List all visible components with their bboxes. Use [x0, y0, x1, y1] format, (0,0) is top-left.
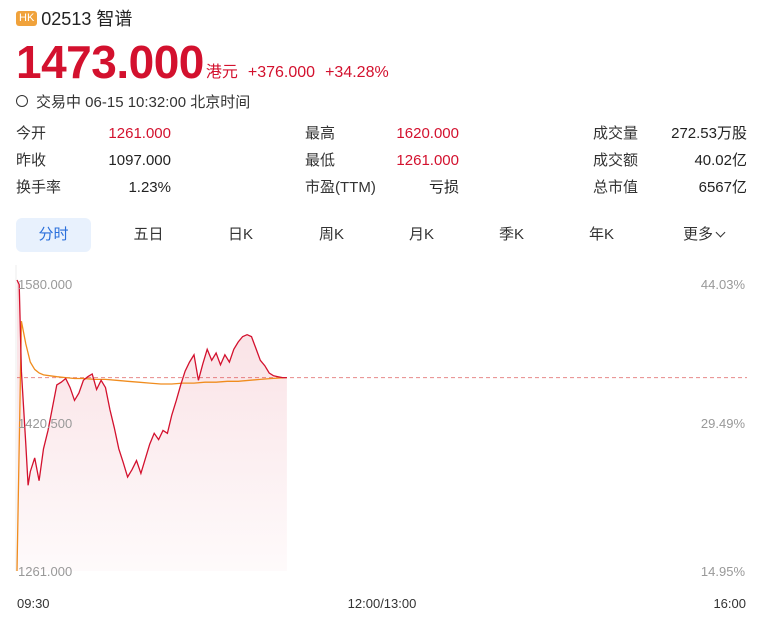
stat-value: 6567亿 — [698, 179, 747, 196]
stat-low: 最低 1261.000 — [305, 150, 459, 172]
stat-open: 今开 1261.000 — [16, 123, 171, 145]
y-tick-left-top: 1580.000 — [18, 277, 72, 292]
stat-volume: 成交量 272.53万股 — [593, 123, 747, 145]
stats-grid: 今开 1261.000 昨收 1097.000 换手率 1.23% 最高 162… — [16, 123, 750, 207]
stat-value: 1620.000 — [396, 125, 459, 142]
stat-label: 换手率 — [16, 179, 62, 196]
stat-label: 总市值 — [593, 179, 639, 196]
x-tick-midday: 12:00/13:00 — [348, 596, 417, 611]
price-change-percent: +34.28% — [325, 64, 389, 81]
y-tick-left-bottom: 1261.000 — [18, 564, 72, 579]
stat-value: 272.53万股 — [671, 125, 747, 142]
tab-weekly-k[interactable]: 周K — [294, 218, 369, 252]
x-tick-open: 09:30 — [17, 596, 50, 611]
stat-value: 1261.000 — [396, 152, 459, 169]
stat-label: 成交量 — [593, 125, 639, 142]
tab-five-day[interactable]: 五日 — [111, 218, 186, 252]
stat-turnover-rate: 换手率 1.23% — [16, 177, 171, 199]
y-tick-right-bottom: 14.95% — [701, 564, 746, 579]
stat-label: 最高 — [305, 125, 336, 142]
stat-pe: 市盈(TTM) 亏损 — [305, 177, 459, 199]
tab-monthly-k[interactable]: 月K — [384, 218, 459, 252]
tab-more[interactable]: 更多 — [666, 218, 741, 252]
stat-label: 成交额 — [593, 152, 639, 169]
chevron-down-icon — [715, 227, 726, 238]
intraday-chart[interactable]: 1580.000 1420.500 1261.000 44.03% 29.49%… — [0, 260, 765, 621]
stat-label: 今开 — [16, 125, 47, 142]
clock-icon — [16, 95, 28, 107]
currency-label: 港元 — [205, 64, 238, 81]
stat-value: 1097.000 — [108, 152, 171, 169]
chart-period-tabs: 分时 五日 日K 周K 月K 季K 年K 更多 — [16, 218, 750, 254]
stat-market-cap: 总市值 6567亿 — [593, 177, 747, 199]
stat-label: 昨收 — [16, 152, 47, 169]
trading-status: 交易中 06-15 10:32:00 北京时间 — [16, 90, 250, 112]
y-tick-right-top: 44.03% — [701, 277, 746, 292]
stat-label: 最低 — [305, 152, 336, 169]
tab-more-label: 更多 — [682, 226, 713, 243]
stat-value: 亏损 — [428, 179, 459, 196]
stat-amount: 成交额 40.02亿 — [593, 150, 747, 172]
stock-header: HK 02513 智谱 — [16, 6, 132, 30]
price-row: 1473.000 港元 +376.000 +34.28% — [16, 32, 389, 88]
tab-daily-k[interactable]: 日K — [203, 218, 278, 252]
stat-high: 最高 1620.000 — [305, 123, 459, 145]
tab-intraday[interactable]: 分时 — [16, 218, 91, 252]
tab-quarterly-k[interactable]: 季K — [474, 218, 549, 252]
x-tick-close: 16:00 — [713, 596, 746, 611]
y-tick-left-mid: 1420.500 — [18, 416, 72, 431]
tab-yearly-k[interactable]: 年K — [564, 218, 639, 252]
price-change: +376.000 — [247, 64, 316, 81]
stat-prev-close: 昨收 1097.000 — [16, 150, 171, 172]
market-badge: HK — [16, 10, 38, 26]
stat-value: 1261.000 — [108, 125, 171, 142]
current-price: 1473.000 — [16, 36, 204, 88]
stock-code-name: 02513 智谱 — [41, 9, 133, 29]
stat-value: 40.02亿 — [694, 152, 747, 169]
y-tick-right-mid: 29.49% — [701, 416, 746, 431]
stat-value: 1.23% — [128, 179, 171, 196]
trading-status-text: 交易中 06-15 10:32:00 北京时间 — [36, 93, 251, 111]
stat-label: 市盈(TTM) — [305, 179, 376, 196]
